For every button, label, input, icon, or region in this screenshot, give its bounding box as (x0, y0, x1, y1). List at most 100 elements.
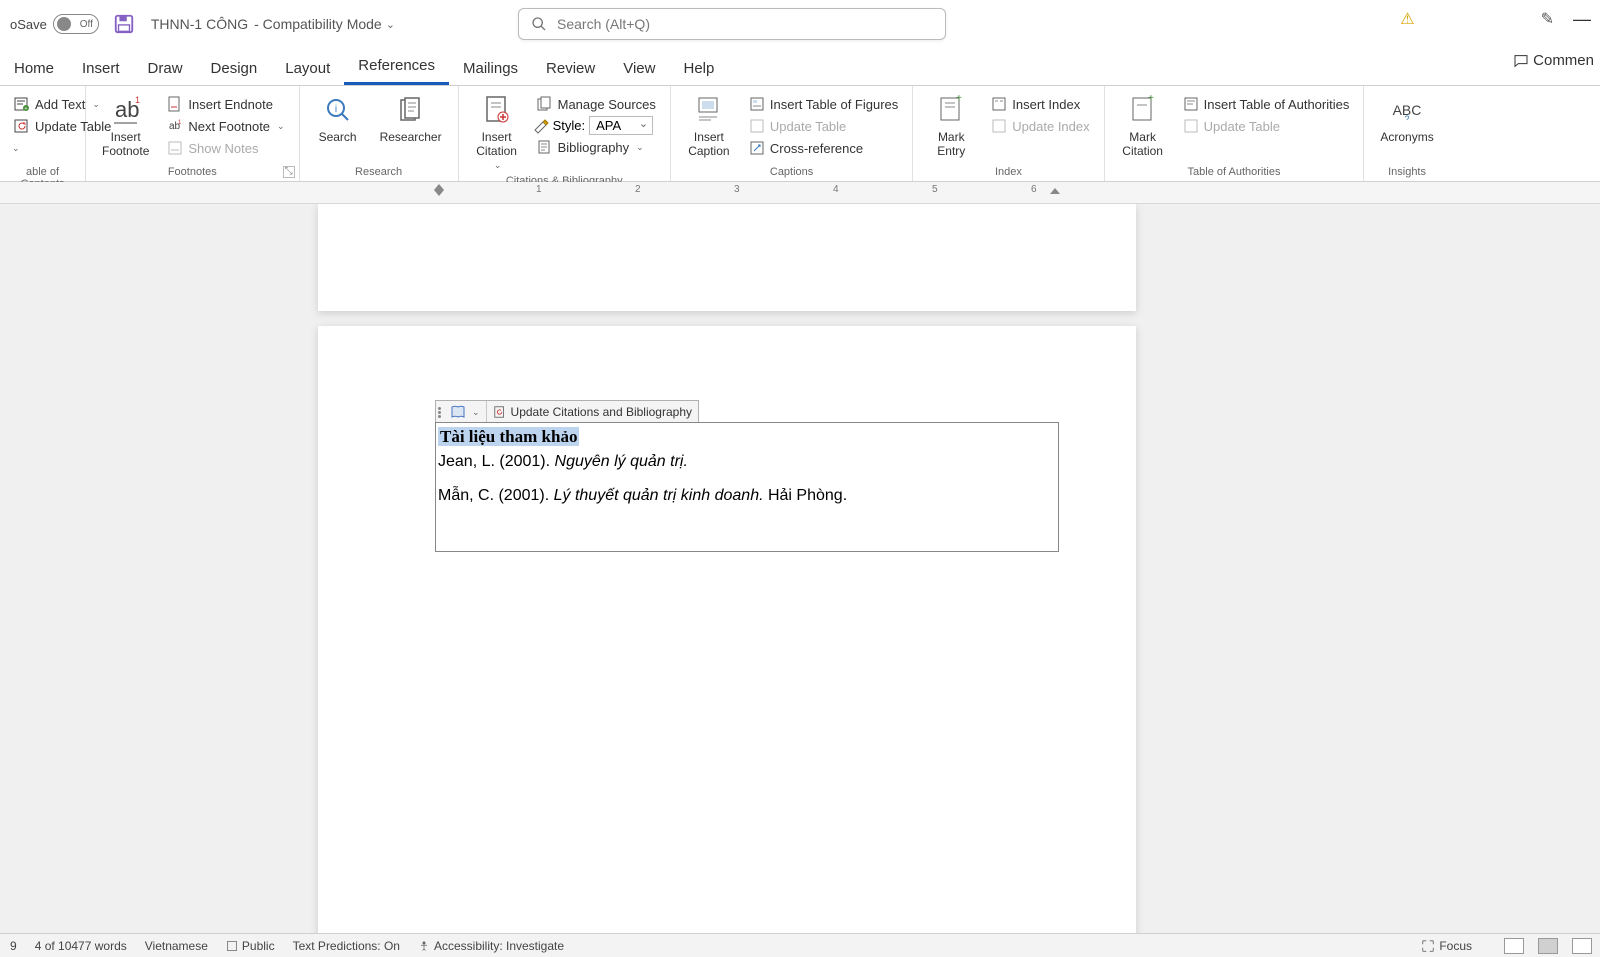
toa-icon (1183, 96, 1199, 112)
search-button[interactable]: i Search (310, 90, 366, 146)
tab-layout[interactable]: Layout (271, 54, 344, 85)
bib-1-author: Jean, L. (2001). (438, 453, 555, 470)
warning-icon[interactable]: ⚠ (1400, 9, 1414, 29)
bibliography-field[interactable]: Tài liệu tham khảo Jean, L. (2001). Nguy… (435, 422, 1059, 552)
tab-mailings[interactable]: Mailings (449, 54, 532, 85)
user-box[interactable] (1433, 8, 1523, 30)
page-previous[interactable] (318, 204, 1136, 311)
minimize-button[interactable]: — (1572, 9, 1592, 30)
word-count[interactable]: 4 of 10477 words (35, 939, 127, 953)
focus-mode[interactable]: Focus (1421, 939, 1472, 953)
insert-caption-button[interactable]: Insert Caption (681, 90, 737, 160)
researcher-button[interactable]: Researcher (374, 90, 448, 146)
toc-dropdown[interactable]: ⌄ (12, 143, 20, 153)
citation-icon (483, 95, 511, 125)
style-value: APA (596, 118, 621, 133)
search-icon (531, 16, 547, 32)
tab-references[interactable]: References (344, 51, 449, 85)
style-icon (533, 118, 549, 134)
researcher-icon (397, 96, 425, 124)
read-mode-button[interactable] (1504, 938, 1524, 954)
tab-help[interactable]: Help (669, 54, 728, 85)
accessibility-label: Accessibility: Investigate (434, 939, 564, 953)
mark-entry-button[interactable]: + Mark Entry (923, 90, 979, 160)
tab-home[interactable]: Home (0, 54, 68, 85)
sensitivity[interactable]: Public (226, 939, 275, 953)
search-box[interactable]: Search (Alt+Q) (518, 8, 946, 40)
horizontal-ruler[interactable]: 1 2 3 4 5 6 (0, 182, 1600, 204)
tab-design[interactable]: Design (197, 54, 272, 85)
comments-button[interactable]: Commen (1513, 52, 1594, 69)
acronyms-button[interactable]: ABC? Acronyms (1374, 90, 1439, 146)
autosave-toggle[interactable]: Off (53, 14, 99, 34)
tab-draw[interactable]: Draw (134, 54, 197, 85)
update-tof-button: Update Table (745, 116, 902, 136)
tab-view[interactable]: View (609, 54, 669, 85)
status-bar: 9 4 of 10477 words Vietnamese Public Tex… (0, 933, 1600, 957)
autosave-label: oSave (10, 17, 47, 32)
update-toa-button: Update Table (1179, 116, 1354, 136)
print-layout-button[interactable] (1538, 938, 1558, 954)
next-footnote-label: Next Footnote (188, 119, 270, 134)
insert-citation-button[interactable]: Insert Citation⌄ (469, 90, 525, 173)
mark-citation-button[interactable]: + Mark Citation (1115, 90, 1171, 160)
insert-index-label: Insert Index (1012, 97, 1080, 112)
group-citations: Insert Citation⌄ Manage Sources Style: A… (459, 86, 671, 181)
mark-entry-icon: + (937, 95, 965, 125)
insert-footnote-button[interactable]: ab1 Insert Footnote (96, 90, 155, 160)
bibliography-toolbar: ⌄ Update Citations and Bibliography (435, 400, 699, 424)
researcher-label: Researcher (380, 130, 442, 144)
add-text-icon: + (14, 96, 30, 112)
right-indent-marker[interactable] (1048, 182, 1062, 202)
focus-label: Focus (1439, 939, 1472, 953)
insert-endnote-button[interactable]: Insert Endnote (163, 94, 288, 114)
insert-toa-label: Insert Table of Authorities (1204, 97, 1350, 112)
editing-mode-icon[interactable]: ✎ (1541, 9, 1554, 29)
next-footnote-icon: ab1 (167, 118, 183, 134)
title-dropdown[interactable]: ⌄ (386, 18, 395, 31)
web-layout-button[interactable] (1572, 938, 1592, 954)
page-number[interactable]: 9 (10, 939, 17, 953)
group-captions: Insert Caption Insert Table of Figures U… (671, 86, 913, 181)
group-label-captions: Captions (681, 164, 902, 181)
insert-index-button[interactable]: Insert Index (987, 94, 1093, 114)
ribbon-tabs: Home Insert Draw Design Layout Reference… (0, 48, 1600, 86)
bib-menu-button[interactable]: ⌄ (444, 401, 487, 423)
insert-toa-button[interactable]: Insert Table of Authorities (1179, 94, 1354, 114)
caption-icon (695, 95, 723, 125)
focus-icon (1421, 939, 1435, 953)
bibliography-label: Bibliography (558, 140, 630, 155)
svg-text:+: + (25, 106, 28, 112)
show-notes-label: Show Notes (188, 141, 258, 156)
comments-label: Commen (1533, 52, 1594, 69)
svg-text:?: ? (1405, 114, 1410, 120)
bibliography-button[interactable]: Bibliography⌄ (533, 137, 660, 157)
group-label-footnotes: Footnotes (96, 164, 289, 181)
next-footnote-button[interactable]: ab1 Next Footnote⌄ (163, 116, 288, 136)
manage-sources-button[interactable]: Manage Sources (533, 94, 660, 114)
accessibility[interactable]: Accessibility: Investigate (418, 939, 564, 953)
bib-entry-1: Jean, L. (2001). Nguyên lý quản trị. (438, 451, 1056, 473)
language[interactable]: Vietnamese (145, 939, 208, 953)
bib-2-title: Lý thuyết quản trị kinh doanh. (554, 487, 764, 504)
left-indent-marker[interactable] (432, 182, 446, 202)
footnotes-dialog-launcher[interactable]: ⤡ (283, 166, 295, 178)
smart-lookup-icon: i (324, 96, 352, 124)
tab-insert[interactable]: Insert (68, 54, 134, 85)
insert-tof-button[interactable]: Insert Table of Figures (745, 94, 902, 114)
update-bibliography-button[interactable]: Update Citations and Bibliography (487, 401, 698, 423)
group-toa: + Mark Citation Insert Table of Authorit… (1105, 86, 1365, 181)
group-label-index: Index (923, 164, 1093, 181)
compat-mode: - Compatibility Mode (254, 16, 382, 32)
bibliography-icon (537, 139, 553, 155)
cross-ref-label: Cross-reference (770, 141, 863, 156)
cross-reference-button[interactable]: Cross-reference (745, 138, 902, 158)
update-bib-label: Update Citations and Bibliography (511, 405, 692, 419)
tab-review[interactable]: Review (532, 54, 609, 85)
text-predictions[interactable]: Text Predictions: On (293, 939, 400, 953)
style-select[interactable]: APA (589, 116, 653, 135)
ruler-3: 3 (734, 184, 740, 195)
save-icon[interactable] (113, 13, 135, 35)
show-notes-button: Show Notes (163, 138, 288, 158)
bib-drag-handle[interactable] (436, 401, 444, 423)
